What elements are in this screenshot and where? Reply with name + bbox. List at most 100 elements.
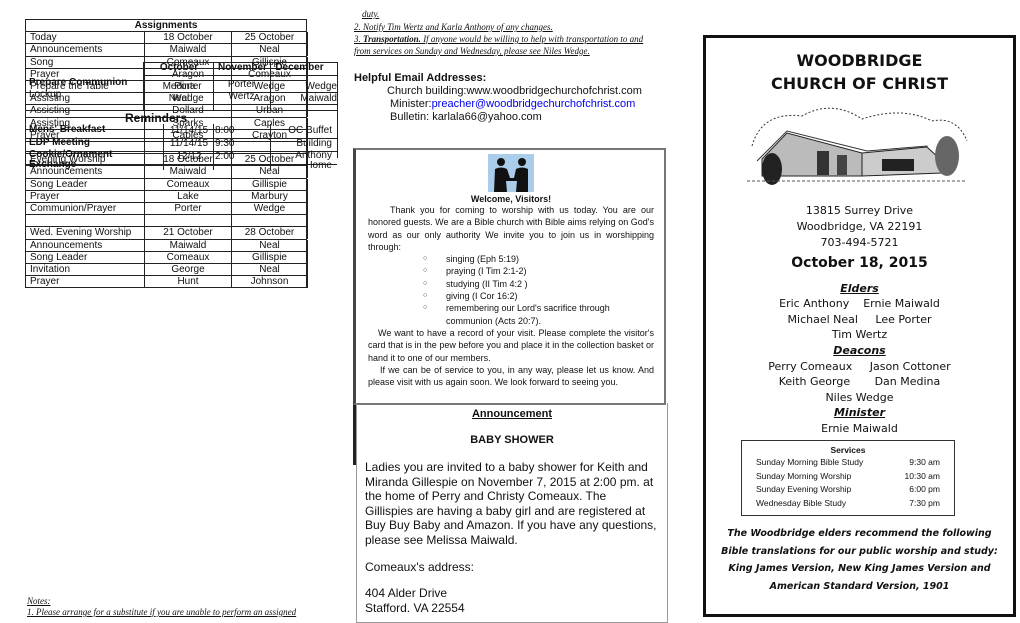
service-row: Sunday Morning Bible Study 9:30 am	[756, 456, 940, 470]
note-3-label: Transportation.	[363, 34, 421, 44]
deacons-heading: Deacons	[833, 343, 886, 357]
service-name: Wednesday Bible Study	[756, 497, 847, 508]
row-label: Wed. Evening Worship	[30, 227, 132, 239]
table-row: Communion/Prayer Porter Wedge	[26, 203, 308, 216]
reminder-time: 9:30	[215, 138, 235, 149]
row-value: Comeaux	[144, 178, 231, 191]
note-3-text: If anyone would be willing to help with …	[420, 34, 644, 44]
service-name: Sunday Morning Worship	[756, 470, 852, 481]
address-label: Comeaux's address:	[365, 560, 475, 574]
elders-line: Eric Anthony Ernie Maiwald	[779, 297, 940, 310]
list-item-text: praying (I Tim 2:1-2)	[446, 266, 527, 277]
reminder-time: 2:00	[215, 151, 235, 162]
elders-heading: Elders	[840, 282, 879, 295]
service-time: 7:30 pm	[909, 497, 940, 508]
row-value: Porter	[227, 79, 256, 90]
deacons-line: Keith George Dan Medina	[778, 375, 941, 388]
announcement-box: Announcement BABY SHOWER Ladies you are …	[356, 403, 668, 623]
note-3: 3. Transportation. If anyone would be wi…	[354, 34, 643, 44]
reminders-title: Reminders	[125, 111, 188, 125]
reminder-event: Mens' Breakfast	[29, 124, 106, 135]
table-border	[337, 110, 338, 158]
assignments-header-row: Assignments	[26, 20, 306, 33]
email-minister: Minister:preacher@woodbridgechurchofchri…	[390, 98, 635, 110]
row-value: Maiwald	[300, 93, 337, 104]
note-3-num: 3.	[354, 34, 363, 44]
note-1: 1. Please arrange for a substitute if yo…	[27, 607, 297, 617]
row-value: Maiwald	[144, 44, 231, 57]
deacons-line: Perry Comeaux Jason Cottoner	[768, 359, 951, 373]
row-value: Lake	[144, 190, 231, 203]
translations-line: King James Version, New King James Versi…	[728, 563, 991, 574]
services-heading: Services	[830, 445, 866, 455]
bulletin-date: October 18, 2015	[791, 255, 928, 271]
list-item: ○ remembering our Lord's sacrifice throug…	[423, 302, 654, 327]
row-label: Today	[30, 32, 57, 44]
visitors-intro: Thank you for coming to worship with us …	[368, 205, 654, 252]
visitors-box: Welcome, Visitors! Thank you for coming …	[353, 148, 666, 405]
table-row: Song Leader Comeaux Gillispie	[26, 251, 308, 264]
minister-label: Minister:	[390, 98, 432, 110]
reminder-date: 11/14/15	[169, 125, 209, 136]
row-value: Gillispie	[231, 178, 308, 191]
minister-email-link[interactable]: preacher@woodbridgechurchofchrist.com	[432, 98, 636, 110]
address-line-1: 404 Alder Drive	[365, 586, 448, 600]
row-label: Prayer	[30, 276, 60, 288]
reminder-event: Cookie/Ornament Exchange	[29, 149, 113, 170]
row-value: Neal	[231, 44, 308, 57]
table-row: Song Leader Comeaux Gillispie	[26, 178, 308, 191]
note-2: 2. Notify Tim Wertz and Karla Anthony of…	[354, 22, 553, 32]
services-box: Services Sunday Morning Bible Study 9:30 …	[741, 440, 955, 516]
row-value: Gillispie	[231, 251, 308, 264]
row-label: Invitation	[30, 264, 71, 275]
row-label: Lockup	[29, 89, 62, 100]
list-item: ○ praying (I Tim 2:1-2)	[423, 265, 654, 277]
table-row: Prayer Lake Marbury	[26, 190, 308, 203]
announcement-title: BABY SHOWER	[470, 434, 554, 446]
row-value: Neal	[168, 93, 190, 104]
handshake-image	[488, 154, 534, 192]
row-value: Johnson	[231, 276, 308, 289]
bullet-circle-icon: ○	[423, 267, 428, 275]
row-value: 25 October	[231, 32, 308, 45]
service-row: Sunday Evening Worship 6:00 pm	[756, 483, 940, 497]
reminder-location: Building	[296, 138, 332, 149]
reminders-table: Reminders Mens' Breakfast 11/14/15 8:00 OC B…	[25, 110, 338, 171]
visitors-record: We want to have a record of your visit. …	[368, 327, 654, 363]
row-value: Marbury	[231, 190, 308, 203]
list-item: ○ giving (I Cor 16:2)	[423, 290, 654, 302]
table-row	[26, 215, 308, 228]
list-item: ○ singing (Eph 5:19)	[423, 253, 654, 265]
row-value: 28 October	[231, 227, 308, 240]
column-header: October	[159, 62, 199, 73]
row-value: Wertz	[228, 91, 255, 102]
note-3-cont: from services on Sunday and Wednesday, p…	[354, 46, 590, 56]
church-name-2: CHURCH OF CHRIST	[770, 74, 949, 93]
row-value: Maiwald	[144, 239, 231, 252]
reminder-location: OC Buffet	[288, 125, 332, 136]
service-name: Sunday Morning Bible Study	[756, 457, 864, 467]
service-time: 9:30 am	[909, 457, 940, 467]
row-value: 21 October	[144, 227, 231, 240]
row-label: Song Leader	[30, 251, 88, 263]
bullet-circle-icon: ○	[423, 292, 428, 300]
translations-line: American Standard Version, 1901	[769, 580, 950, 592]
row-value: George	[144, 264, 231, 276]
email-bulletin: Bulletin: karlala66@yahoo.com	[390, 111, 542, 123]
row-label: Communion/Prayer	[30, 203, 117, 214]
minister-heading: Minister	[833, 406, 885, 419]
visitors-heading: Welcome, Visitors!	[470, 194, 552, 204]
visitors-closing: If we can be of service to you, in any w…	[368, 364, 654, 388]
row-value: Neal	[231, 264, 308, 276]
row-value: Wedge	[231, 203, 308, 215]
row-value: Comeaux	[144, 251, 231, 264]
elders-line: Tim Wertz	[831, 328, 888, 341]
row-label: Prepare Communion	[29, 77, 128, 88]
list-item-text: singing (Eph 5:19)	[446, 254, 520, 265]
reminder-event: EDP Meeting	[29, 137, 90, 148]
worship-list: ○ singing (Eph 5:19) ○ praying (I Tim 2:1-2…	[423, 253, 654, 327]
emails-heading: Helpful Email Addresses:	[354, 72, 487, 84]
table-row: Invitation George Neal	[26, 264, 308, 277]
column-header: November	[218, 62, 267, 73]
bullet-circle-icon: ○	[423, 304, 428, 312]
